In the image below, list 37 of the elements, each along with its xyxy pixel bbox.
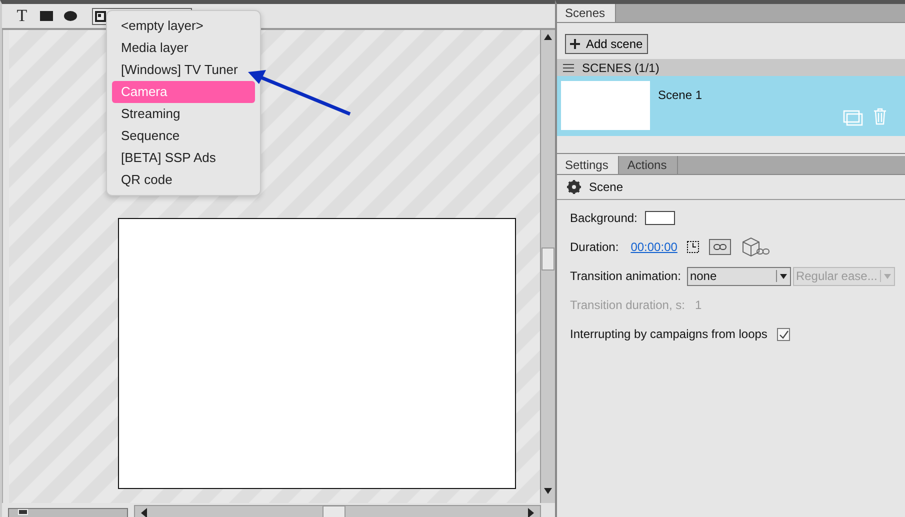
menu-item[interactable]: Streaming (112, 103, 255, 125)
link-icon[interactable] (709, 239, 732, 255)
zoom-slider[interactable] (8, 508, 128, 517)
field-value: 1 (694, 298, 702, 312)
checkbox-label: Interrupting by campaigns from loops (570, 327, 768, 341)
ellipse-icon (64, 11, 76, 21)
checkbox[interactable] (777, 328, 790, 340)
field-label: Transition duration, s: (570, 298, 685, 312)
menu-item[interactable]: <empty layer> (112, 15, 255, 37)
clock-icon[interactable] (687, 241, 700, 253)
field-label: Background: (570, 211, 638, 225)
vertical-scrollbar[interactable] (540, 30, 555, 503)
menu-item[interactable]: [Windows] TV Tuner (112, 59, 255, 81)
menu-item[interactable]: QR code (112, 169, 255, 191)
plus-icon (570, 39, 580, 49)
gear-icon (567, 180, 581, 194)
panel-tab[interactable]: Scenes (557, 4, 616, 22)
menu-item[interactable]: Sequence (112, 125, 255, 147)
scenes-header: SCENES (1/1) (557, 59, 905, 76)
horizontal-scrollbar[interactable] (134, 505, 541, 517)
dropdown-arrow-icon (880, 270, 894, 282)
field-label: Duration: (570, 240, 619, 254)
section-title: Scene (589, 180, 624, 194)
rectangle-icon (40, 11, 52, 21)
layer-icon (95, 10, 106, 22)
menu-icon[interactable] (563, 64, 574, 72)
text-tool-button[interactable]: T (14, 7, 30, 25)
add-scene-button[interactable]: Add scene (565, 34, 648, 54)
menu-item[interactable]: Media layer (112, 37, 255, 59)
menu-item[interactable]: [BETA] SSP Ads (112, 147, 255, 169)
panel-tab[interactable]: Settings (557, 156, 620, 174)
dropdown-arrow-icon (776, 270, 790, 282)
color-swatch[interactable] (645, 211, 676, 225)
transition-dropdown[interactable]: none (686, 266, 791, 286)
cube-link-icon[interactable] (741, 236, 772, 258)
field-label: Transition animation: (570, 269, 681, 283)
duration-link[interactable]: 00:00:00 (630, 240, 678, 254)
